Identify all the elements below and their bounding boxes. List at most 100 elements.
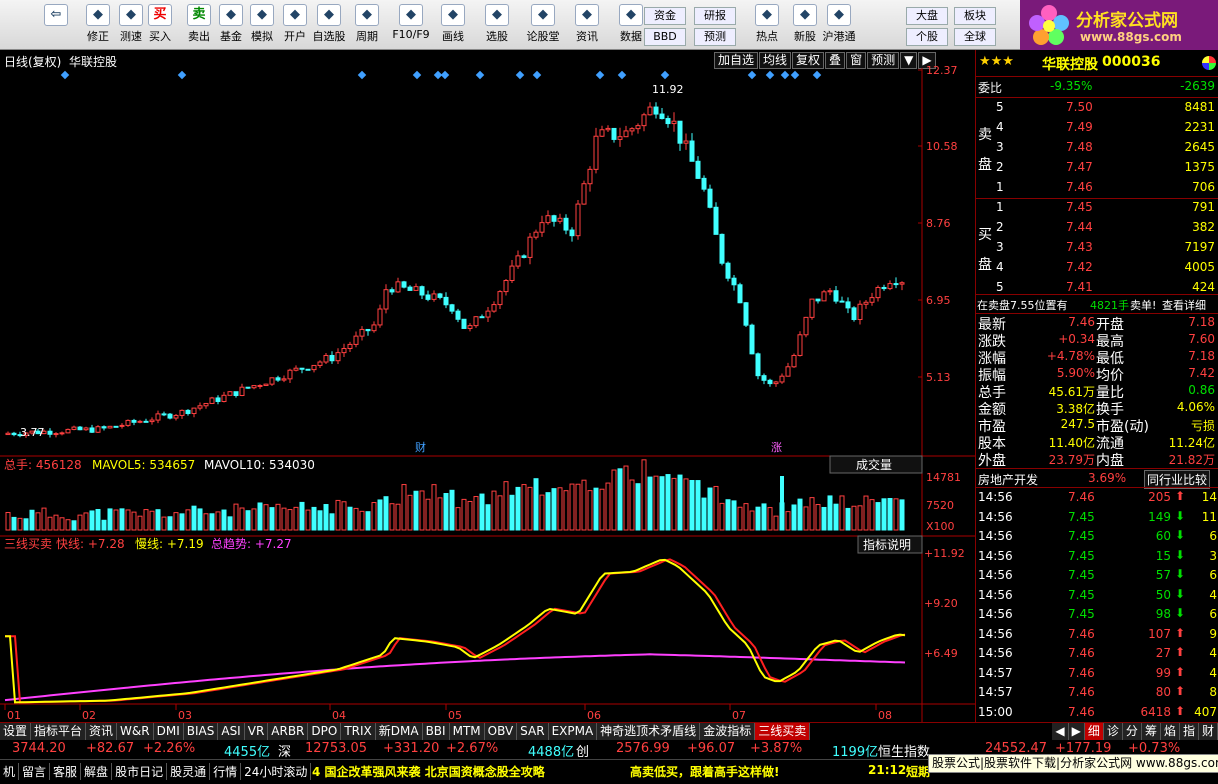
- candle-body[interactable]: [617, 136, 623, 140]
- toolbar-hot-button[interactable]: ◆ 热点: [748, 3, 786, 49]
- candle-body[interactable]: [467, 325, 473, 329]
- quick-link[interactable]: 机: [0, 763, 20, 780]
- candle-body[interactable]: [413, 286, 419, 291]
- sz-index-value[interactable]: 12753.05: [305, 741, 367, 756]
- candle-body[interactable]: [761, 375, 767, 381]
- candle-body[interactable]: [233, 391, 239, 397]
- candle-body[interactable]: [809, 298, 815, 318]
- candle-body[interactable]: [839, 300, 845, 303]
- candle-body[interactable]: [737, 284, 743, 304]
- toolbar-correct-button[interactable]: ◆ 修正: [82, 3, 114, 49]
- bbd-button[interactable]: BBD: [644, 28, 686, 46]
- candle-body[interactable]: [47, 430, 53, 435]
- candle-body[interactable]: [743, 302, 749, 326]
- candle-body[interactable]: [881, 286, 887, 290]
- candle-body[interactable]: [173, 414, 179, 419]
- candle-body[interactable]: [257, 385, 263, 388]
- indicator-tab[interactable]: EXPMA: [548, 723, 598, 740]
- candle-body[interactable]: [401, 281, 407, 288]
- side-panel-tab[interactable]: 细: [1084, 723, 1104, 740]
- toolbar-sell-button[interactable]: 卖卖出: [183, 3, 215, 49]
- indicator-tab[interactable]: 三线买卖: [755, 723, 811, 740]
- candle-body[interactable]: [419, 286, 425, 296]
- candle-body[interactable]: [359, 328, 365, 337]
- candle-body[interactable]: [635, 125, 641, 130]
- candle-body[interactable]: [515, 255, 521, 267]
- candle-body[interactable]: [533, 231, 539, 238]
- candle-body[interactable]: [689, 140, 695, 162]
- candle-body[interactable]: [317, 361, 323, 366]
- candle-body[interactable]: [749, 324, 755, 355]
- limit-up-marker-label[interactable]: 涨: [771, 441, 782, 454]
- toolbar-f10-button[interactable]: ◆ F10/F9: [392, 3, 430, 49]
- candle-body[interactable]: [341, 347, 347, 354]
- indicator-tab[interactable]: 指标平台: [31, 723, 87, 740]
- side-panel-tab[interactable]: 财: [1198, 723, 1218, 740]
- candle-body[interactable]: [425, 294, 431, 300]
- candle-body[interactable]: [611, 127, 617, 140]
- candle-body[interactable]: [725, 262, 731, 279]
- news-ticker-1[interactable]: 4 国企改革强风来袭 北京国资概念股全攻略: [312, 763, 545, 780]
- candle-body[interactable]: [575, 203, 581, 237]
- candle-body[interactable]: [371, 324, 377, 332]
- candle-body[interactable]: [587, 168, 593, 185]
- kline-chart[interactable]: 12.37 10.58 8.76 6.95 5.13 11.92 3.77 财 涨 总手…: [0, 50, 975, 722]
- candle-body[interactable]: [557, 217, 563, 222]
- candle-body[interactable]: [827, 290, 833, 293]
- candle-body[interactable]: [275, 377, 281, 381]
- sector-row[interactable]: 房地产开发 3.69% 同行业比较: [976, 468, 1218, 489]
- candle-body[interactable]: [5, 432, 11, 436]
- candle-body[interactable]: [797, 334, 803, 356]
- candle-body[interactable]: [665, 118, 671, 125]
- indicator-tab[interactable]: ASI: [218, 723, 245, 740]
- indicator-tab[interactable]: ARBR: [268, 723, 309, 740]
- candle-body[interactable]: [683, 140, 689, 144]
- candle-body[interactable]: [353, 335, 359, 345]
- candle-body[interactable]: [641, 114, 647, 127]
- candle-body[interactable]: [185, 409, 191, 415]
- market-button[interactable]: 大盘: [906, 7, 948, 25]
- candle-body[interactable]: [485, 310, 491, 318]
- candle-body[interactable]: [227, 391, 233, 396]
- candle-body[interactable]: [899, 282, 905, 285]
- candle-body[interactable]: [803, 316, 809, 336]
- pie-chart-icon[interactable]: [1202, 56, 1216, 70]
- quick-link[interactable]: 股灵通: [167, 763, 211, 780]
- candle-body[interactable]: [695, 160, 701, 179]
- candle-body[interactable]: [449, 304, 455, 312]
- side-panel-tab[interactable]: 诊: [1103, 723, 1123, 740]
- candle-body[interactable]: [755, 353, 761, 377]
- sell-level-row[interactable]: 4 7.49 2231: [976, 118, 1218, 138]
- toolbar-period-button[interactable]: ◆ 周期: [348, 3, 386, 49]
- candle-body[interactable]: [101, 426, 107, 429]
- candle-body[interactable]: [83, 427, 89, 431]
- toolbar-fund-button[interactable]: ◆ 基金: [215, 3, 247, 49]
- quick-link[interactable]: 24小时滚动: [241, 763, 312, 780]
- candle-body[interactable]: [887, 283, 893, 290]
- candle-body[interactable]: [713, 206, 719, 235]
- indicator-tab[interactable]: TRIX: [341, 723, 376, 740]
- candle-body[interactable]: [893, 283, 899, 286]
- buy-level-row[interactable]: 4 7.42 4005: [976, 258, 1218, 278]
- quick-link[interactable]: 行情: [210, 763, 242, 780]
- candle-body[interactable]: [263, 383, 269, 387]
- candle-body[interactable]: [785, 366, 791, 377]
- quick-link[interactable]: 股市日记: [112, 763, 168, 780]
- candle-body[interactable]: [11, 432, 17, 436]
- big-order-notice[interactable]: 在卖盘7.55位置有 4821手 卖单! 查看详细: [976, 294, 1218, 314]
- quick-link[interactable]: 留言: [19, 763, 51, 780]
- candle-body[interactable]: [497, 291, 503, 306]
- candle-body[interactable]: [875, 286, 881, 299]
- quick-link[interactable]: 客服: [50, 763, 82, 780]
- candle-body[interactable]: [791, 354, 797, 368]
- indicator-tab[interactable]: 金波指标: [700, 723, 756, 740]
- sector-button[interactable]: 板块: [954, 7, 996, 25]
- candle-body[interactable]: [845, 301, 851, 309]
- candle-body[interactable]: [473, 316, 479, 327]
- news-ticker-2[interactable]: 高卖低买，跟着高手这样做!: [630, 763, 779, 780]
- cy-index-value[interactable]: 2576.99: [616, 741, 670, 756]
- quick-link[interactable]: 解盘: [81, 763, 113, 780]
- indicator-tab[interactable]: SAR: [517, 723, 549, 740]
- indicator-tab[interactable]: W&R: [117, 723, 154, 740]
- candle-body[interactable]: [821, 291, 827, 302]
